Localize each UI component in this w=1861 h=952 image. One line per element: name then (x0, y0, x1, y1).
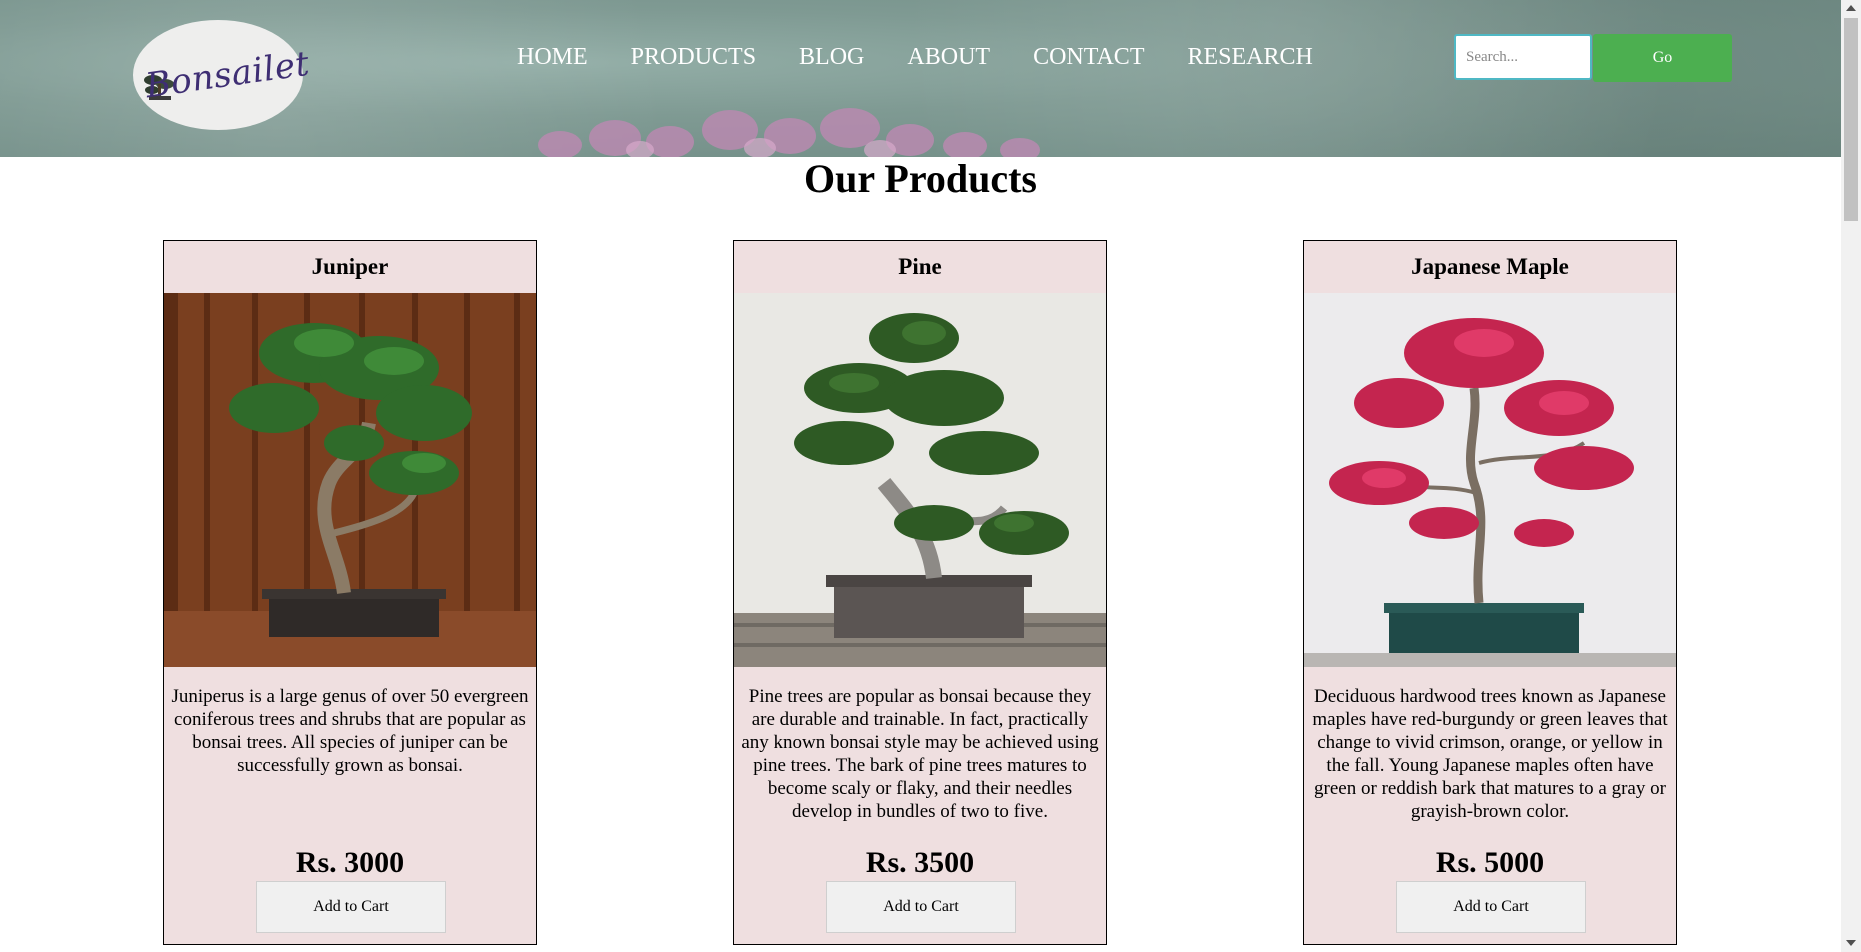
flower-decoration (538, 108, 1040, 157)
add-to-cart-button[interactable]: Add to Cart (826, 881, 1016, 933)
product-description: Pine trees are popular as bonsai because… (741, 686, 1099, 822)
nav-item-contact[interactable]: CONTACT (1033, 44, 1144, 71)
product-price: Rs. 5000 (1435, 846, 1545, 879)
brand-logo[interactable]: Bonsailet (133, 20, 313, 130)
search-input[interactable] (1454, 34, 1592, 80)
scroll-up-arrow-icon[interactable] (1846, 5, 1856, 11)
scroll-down-arrow-icon[interactable] (1846, 940, 1856, 946)
page-title: Our Products (804, 156, 1037, 201)
product-card-japanese-maple: Japanese Maple Deciduous hardwood trees … (1303, 240, 1677, 945)
product-name: Japanese Maple (1411, 254, 1569, 279)
nav-item-products[interactable]: PRODUCTS (631, 44, 756, 71)
product-description: Juniperus is a large genus of over 50 ev… (171, 686, 529, 776)
nav-item-home[interactable]: HOME (517, 44, 588, 71)
main-nav: HOME PRODUCTS BLOG ABOUT CONTACT RESEARC… (517, 44, 1356, 71)
scroll-thumb[interactable] (1844, 18, 1858, 221)
add-to-cart-button[interactable]: Add to Cart (256, 881, 446, 933)
logo-text: Bonsailet (143, 43, 313, 107)
nav-item-research[interactable]: RESEARCH (1187, 44, 1312, 71)
product-card-pine: Pine Pine trees are popular as bonsai be… (733, 240, 1107, 945)
product-price: Rs. 3500 (865, 846, 975, 879)
pine-bonsai-image (734, 293, 1106, 667)
page-scrollbar[interactable] (1841, 0, 1861, 952)
product-price: Rs. 3000 (295, 846, 405, 879)
site-header: Bonsailet HOME PRODUCTS BLOG ABOUT CONTA… (0, 0, 1841, 157)
nav-item-about[interactable]: ABOUT (907, 44, 990, 71)
juniper-bonsai-image (164, 293, 536, 667)
product-name: Juniper (311, 254, 389, 279)
nav-item-blog[interactable]: BLOG (799, 44, 864, 71)
add-to-cart-button[interactable]: Add to Cart (1396, 881, 1586, 933)
product-card-juniper: Juniper Juniperus is a large genus of ov… (163, 240, 537, 945)
search-go-button[interactable]: Go (1593, 34, 1732, 82)
japanese-maple-bonsai-image (1304, 293, 1676, 667)
product-name: Pine (898, 254, 942, 279)
product-description: Deciduous hardwood trees known as Japane… (1312, 686, 1668, 822)
